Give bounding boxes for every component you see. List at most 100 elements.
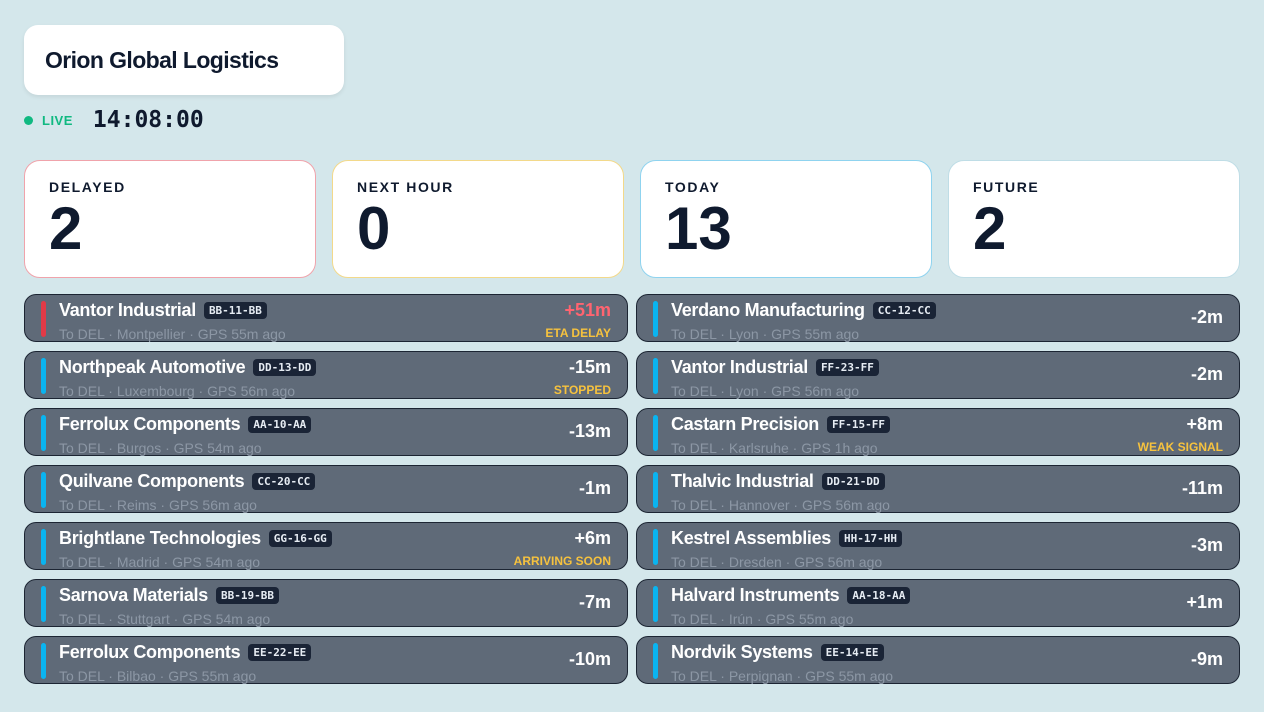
- company-name: Castarn Precision: [671, 413, 819, 434]
- shipment-row[interactable]: Ferrolux Components AA-10-AA To DEL · Burg…: [24, 408, 628, 456]
- destination: To DEL: [671, 440, 717, 456]
- separator: ·: [104, 497, 117, 513]
- route-info: To DEL · Madrid · GPS 54m ago: [59, 554, 260, 570]
- separator: ·: [104, 326, 117, 342]
- delay-value: -11m: [1181, 478, 1223, 498]
- shipment-row[interactable]: Brightlane Technologies GG-16-GG To DEL · …: [24, 522, 628, 570]
- shipment-code-badge: EE-14-EE: [820, 643, 884, 661]
- gps-age: GPS 56m ago: [794, 554, 883, 570]
- separator: ·: [104, 440, 117, 456]
- shipment-row[interactable]: Vantor Industrial BB-11-BB To DEL · Montpe…: [24, 294, 628, 342]
- company-name: Northpeak Automotive: [59, 356, 246, 377]
- delay-value: -10m: [568, 649, 611, 669]
- company-name: Vantor Industrial: [671, 356, 808, 377]
- route-info: To DEL · Montpellier · GPS 55m ago: [59, 326, 286, 342]
- shipment-row[interactable]: Vantor Industrial FF-23-FF To DEL · Lyon ·…: [636, 351, 1240, 399]
- status-bar-icon: [41, 529, 46, 565]
- route-info: To DEL · Luxembourg · GPS 56m ago: [59, 383, 295, 399]
- delay-value: -3m: [1190, 535, 1223, 555]
- delay-value: +51m: [564, 300, 611, 320]
- row-header: Kestrel Assemblies HH-17-HH: [671, 526, 903, 550]
- gps-age: GPS 56m ago: [207, 383, 296, 399]
- delay-value: -9m: [1190, 649, 1223, 669]
- status-bar-icon: [653, 301, 658, 337]
- row-header: Ferrolux Components EE-22-EE: [59, 640, 312, 664]
- shipment-row[interactable]: Quilvane Components CC-20-CC To DEL · Reim…: [24, 465, 628, 513]
- separator: ·: [716, 611, 729, 627]
- status-bar-icon: [41, 415, 46, 451]
- shipment-code-badge: BB-11-BB: [203, 301, 267, 319]
- company-name: Ferrolux Components: [59, 641, 241, 662]
- delay-value: -2m: [1190, 364, 1223, 384]
- origin-city: Lyon: [728, 326, 759, 342]
- separator: ·: [104, 668, 117, 684]
- clock: 14:08:00: [92, 107, 204, 133]
- company-name: Thalvic Industrial: [671, 470, 814, 491]
- gps-age: GPS 54m ago: [172, 554, 261, 570]
- stat-card-delayed[interactable]: DELAYED 2: [24, 160, 316, 278]
- gps-age: GPS 56m ago: [771, 383, 860, 399]
- route-info: To DEL · Perpignan · GPS 55m ago: [671, 668, 893, 684]
- shipment-row[interactable]: Kestrel Assemblies HH-17-HH To DEL · Dresd…: [636, 522, 1240, 570]
- shipment-code-badge: FF-15-FF: [826, 415, 890, 433]
- gps-age: GPS 56m ago: [168, 497, 257, 513]
- stat-card-today[interactable]: TODAY 13: [640, 160, 932, 278]
- row-header: Thalvic Industrial DD-21-DD: [671, 469, 885, 493]
- row-header: Vantor Industrial FF-23-FF: [671, 355, 879, 379]
- shipment-row[interactable]: Castarn Precision FF-15-FF To DEL · Karlsr…: [636, 408, 1240, 456]
- origin-city: Perpignan: [728, 668, 793, 684]
- shipment-row[interactable]: Nordvik Systems EE-14-EE To DEL · Perpigna…: [636, 636, 1240, 684]
- company-name: Ferrolux Components: [59, 413, 241, 434]
- stat-value: 2: [973, 195, 1007, 262]
- origin-city: Lyon: [728, 383, 759, 399]
- shipment-row[interactable]: Ferrolux Components EE-22-EE To DEL · Bilb…: [24, 636, 628, 684]
- origin-city: Luxembourg: [116, 383, 195, 399]
- gps-age: GPS 55m ago: [765, 611, 854, 627]
- separator: ·: [161, 440, 174, 456]
- separator: ·: [155, 668, 169, 684]
- route-info: To DEL · Reims · GPS 56m ago: [59, 497, 257, 513]
- destination: To DEL: [59, 383, 105, 399]
- separator: ·: [716, 497, 729, 513]
- stat-label: DELAYED: [49, 179, 126, 195]
- destination: To DEL: [59, 497, 105, 513]
- separator: ·: [169, 611, 183, 627]
- separator: ·: [194, 383, 208, 399]
- stat-card-next-hour[interactable]: NEXT HOUR 0: [332, 160, 624, 278]
- stat-label: NEXT HOUR: [357, 179, 454, 195]
- shipment-row[interactable]: Halvard Instruments AA-18-AA To DEL · Irún…: [636, 579, 1240, 627]
- status-bar-icon: [41, 472, 46, 508]
- shipment-row[interactable]: Northpeak Automotive DD-13-DD To DEL · Lux…: [24, 351, 628, 399]
- delay-value: -1m: [578, 478, 611, 498]
- status-bar-icon: [41, 301, 46, 337]
- row-header: Sarnova Materials BB-19-BB: [59, 583, 279, 607]
- shipment-code-badge: AA-10-AA: [248, 415, 312, 433]
- company-name: Brightlane Technologies: [59, 527, 261, 548]
- destination: To DEL: [59, 326, 105, 342]
- status-bar-icon: [653, 472, 658, 508]
- destination: To DEL: [671, 611, 717, 627]
- route-info: To DEL · Dresden · GPS 56m ago: [671, 554, 882, 570]
- shipment-code-badge: AA-18-AA: [847, 586, 911, 604]
- shipment-row[interactable]: Verdano Manufacturing CC-12-CC To DEL · Ly…: [636, 294, 1240, 342]
- company-name: Nordvik Systems: [671, 641, 813, 662]
- stat-value: 2: [49, 195, 83, 262]
- separator: ·: [716, 440, 729, 456]
- gps-age: GPS 55m ago: [197, 326, 286, 342]
- company-name: Verdano Manufacturing: [671, 299, 865, 320]
- status-bar-icon: [41, 643, 46, 679]
- shipment-row[interactable]: Sarnova Materials BB-19-BB To DEL · Stuttg…: [24, 579, 628, 627]
- stat-card-future[interactable]: FUTURE 2: [948, 160, 1240, 278]
- status-label: STOPPED: [553, 383, 611, 397]
- shipment-row[interactable]: Thalvic Industrial DD-21-DD To DEL · Hanno…: [636, 465, 1240, 513]
- shipment-code-badge: DD-21-DD: [821, 472, 885, 490]
- status-bar-icon: [653, 529, 658, 565]
- separator: ·: [716, 554, 729, 570]
- origin-city: Stuttgart: [116, 611, 170, 627]
- status-bar-icon: [653, 415, 658, 451]
- delay-value: +1m: [1186, 592, 1223, 612]
- separator: ·: [752, 611, 766, 627]
- route-info: To DEL · Karlsruhe · GPS 1h ago: [671, 440, 878, 456]
- separator: ·: [781, 554, 795, 570]
- origin-city: Reims: [116, 497, 157, 513]
